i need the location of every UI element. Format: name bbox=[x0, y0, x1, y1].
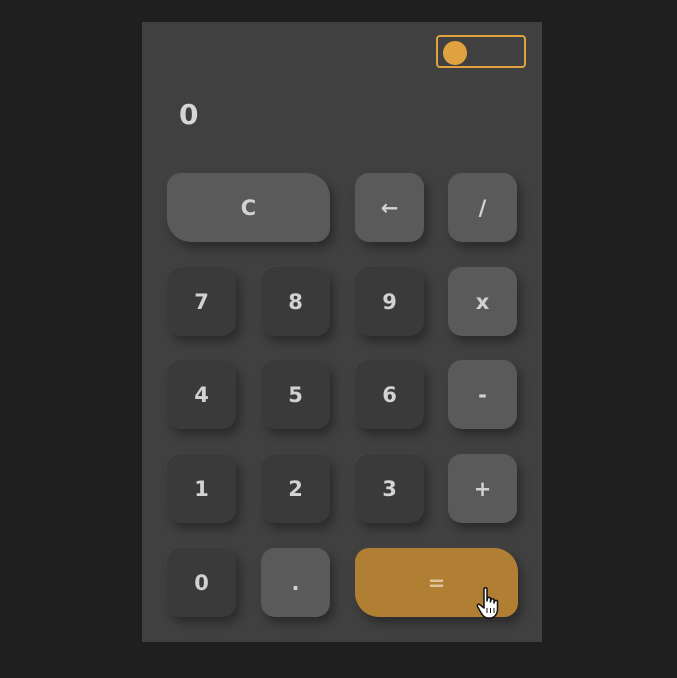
theme-toggle[interactable] bbox=[436, 35, 526, 68]
clear-button[interactable]: C bbox=[167, 173, 330, 242]
digit-2-button[interactable]: 2 bbox=[261, 454, 330, 523]
multiply-button[interactable]: x bbox=[448, 267, 517, 336]
digit-7-button[interactable]: 7 bbox=[167, 267, 236, 336]
subtract-button[interactable]: - bbox=[448, 360, 517, 429]
hand-pointer-icon bbox=[476, 586, 499, 619]
toggle-knob[interactable] bbox=[443, 41, 467, 65]
backspace-button[interactable]: ← bbox=[355, 173, 424, 242]
digit-6-button[interactable]: 6 bbox=[355, 360, 424, 429]
digit-5-button[interactable]: 5 bbox=[261, 360, 330, 429]
digit-9-button[interactable]: 9 bbox=[355, 267, 424, 336]
digit-3-button[interactable]: 3 bbox=[355, 454, 424, 523]
divide-button[interactable]: / bbox=[448, 173, 517, 242]
display-value: 0 bbox=[179, 98, 199, 131]
digit-8-button[interactable]: 8 bbox=[261, 267, 330, 336]
digit-1-button[interactable]: 1 bbox=[167, 454, 236, 523]
calculator: 0 C ← / 7 8 9 x 4 5 6 - 1 2 3 + 0 . = bbox=[142, 22, 542, 642]
digit-4-button[interactable]: 4 bbox=[167, 360, 236, 429]
add-button[interactable]: + bbox=[448, 454, 517, 523]
digit-0-button[interactable]: 0 bbox=[167, 548, 236, 617]
decimal-button[interactable]: . bbox=[261, 548, 330, 617]
